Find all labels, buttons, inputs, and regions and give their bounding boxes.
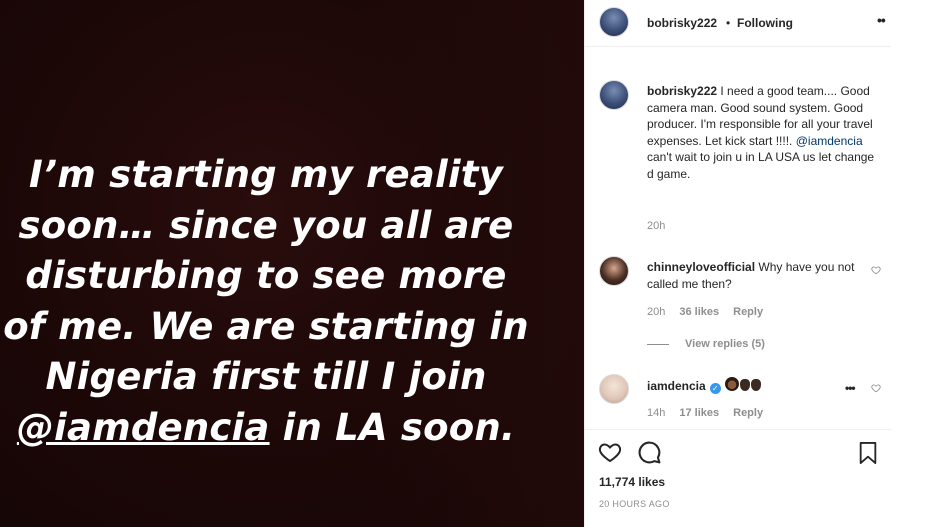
comment-time[interactable]: 20h — [647, 306, 665, 318]
comment-time[interactable]: 14h — [647, 407, 665, 419]
separator-dot: • — [726, 16, 731, 30]
emoji-icon — [724, 377, 739, 391]
story-line: Nigeria first till I join — [45, 355, 487, 398]
verified-icon: ✓ — [709, 383, 721, 394]
story-text: I’m starting my reality soon… since you … — [0, 150, 546, 453]
post-timestamp[interactable]: 20 HOURS AGO — [599, 499, 670, 509]
story-line: soon… since you all are — [18, 203, 514, 247]
caption-username[interactable]: bobrisky222 — [647, 84, 717, 98]
post-panel: bobrisky222 • Following •• bobrisky222 I… — [584, 0, 892, 527]
story-line: disturbing to see more — [25, 254, 507, 297]
bookmark-icon[interactable] — [857, 440, 879, 466]
caption-body-after: can't wait to join u in LA USA us let ch… — [647, 150, 875, 181]
post-header: bobrisky222 • Following •• — [585, 0, 892, 47]
like-comment-heart-icon[interactable] — [871, 383, 881, 393]
page-margin — [891, 0, 944, 527]
caption-avatar[interactable] — [599, 80, 629, 110]
reply-button[interactable]: Reply — [733, 306, 763, 318]
commenter-username[interactable]: iamdencia — [647, 379, 706, 393]
author-avatar[interactable] — [599, 7, 629, 37]
comment-meta: 20h 36 likes Reply — [647, 306, 777, 318]
comment-more-icon[interactable]: ••• — [845, 381, 856, 395]
caption-time[interactable]: 20h — [647, 220, 665, 232]
comment-meta: 14h 17 likes Reply — [647, 407, 777, 419]
author-username[interactable]: bobrisky222 — [647, 16, 717, 30]
emoji-group — [724, 377, 762, 396]
comment-text: iamdencia ✓ — [647, 377, 862, 396]
comment-likes[interactable]: 17 likes — [679, 407, 719, 419]
caption-text: bobrisky222 I need a good team.... Good … — [647, 83, 879, 182]
reply-button[interactable]: Reply — [733, 407, 763, 419]
story-line-rest: in LA soon. — [269, 405, 516, 449]
view-replies-line — [647, 343, 669, 345]
emoji-icon — [739, 379, 750, 391]
commenter-username[interactable]: chinneyloveofficial — [647, 260, 755, 274]
story-mention: @iamdencia — [16, 405, 270, 449]
comment-icon[interactable] — [637, 440, 662, 465]
like-comment-heart-icon[interactable] — [871, 265, 881, 275]
comment-text: chinneyloveofficial Why have you not cal… — [647, 259, 862, 292]
commenter-avatar[interactable] — [599, 256, 629, 286]
commenter-avatar[interactable] — [599, 374, 629, 404]
likes-count[interactable]: 11,774 likes — [599, 475, 665, 489]
view-replies-label[interactable]: View replies (5) — [685, 338, 765, 350]
story-line-last: @iamdencia in LA soon. — [0, 403, 546, 454]
view-replies[interactable]: View replies (5) — [647, 338, 765, 350]
more-options-icon[interactable]: •• — [877, 12, 886, 28]
story-line: of me. We are starting in — [3, 304, 529, 348]
emoji-icon — [750, 379, 761, 391]
like-heart-icon[interactable] — [597, 440, 623, 464]
story-line: I’m starting my reality — [29, 153, 503, 196]
divider — [585, 429, 892, 430]
comment-likes[interactable]: 36 likes — [679, 306, 719, 318]
caption-mention[interactable]: @iamdencia — [796, 134, 863, 148]
post-image[interactable]: I’m starting my reality soon… since you … — [0, 0, 584, 527]
following-button[interactable]: Following — [737, 16, 793, 30]
